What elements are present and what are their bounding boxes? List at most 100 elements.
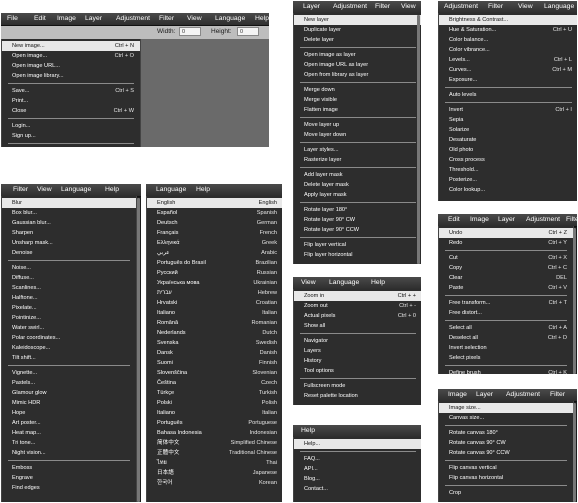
menu-item-fullscreen-mode[interactable]: Fullscreen mode <box>294 381 421 391</box>
menu-item-engrave[interactable]: Engrave <box>2 473 136 483</box>
menu-item-redo[interactable]: Redo Ctrl + Y <box>439 238 573 248</box>
menu-item-item[interactable]: 正體中文 Traditional Chinese <box>147 448 282 458</box>
menu-item-espa-ol[interactable]: Español Spanish <box>147 208 282 218</box>
menu-item-close[interactable]: Close Ctrl + W <box>2 106 140 116</box>
menu-item-merge-down[interactable]: Merge down <box>294 85 421 95</box>
menu-item-apply-layer-mask[interactable]: Apply layer mask <box>294 190 421 200</box>
menu-item-denoise[interactable]: Denoise <box>2 248 136 258</box>
menubar-adjustment[interactable]: Adjustment <box>333 2 367 12</box>
menubar-image[interactable]: Image <box>57 14 76 24</box>
menu-item-water-swirl[interactable]: Water swirl... <box>2 323 136 333</box>
menu-item-image-size[interactable]: Image size... <box>439 403 573 413</box>
menu-item-open-from-library-as-layer[interactable]: Open from library as layer <box>294 70 421 80</box>
menu-item-art-poster[interactable]: Art poster... <box>2 418 136 428</box>
menu-item-glamour-glow[interactable]: Glamour glow <box>2 388 136 398</box>
menu-item-nederlands[interactable]: Nederlands Dutch <box>147 328 282 338</box>
menu-item-sharpen[interactable]: Sharpen <box>2 228 136 238</box>
menu-item-auto-levels[interactable]: Auto levels <box>439 90 577 100</box>
menu-item-mimic-hdr[interactable]: Mimic HDR <box>2 398 136 408</box>
menu-item-blog[interactable]: Blog... <box>294 474 421 484</box>
menu-item-history[interactable]: History <box>294 356 421 366</box>
menu-item-pastels[interactable]: Pastels... <box>2 378 136 388</box>
menubar-adjustment[interactable]: Adjustment <box>444 2 478 12</box>
menu-item-flip-layer-vertical[interactable]: Flip layer vertical <box>294 240 421 250</box>
menu-item-threshold[interactable]: Threshold... <box>439 165 577 175</box>
menubar-language[interactable]: Language <box>329 278 359 288</box>
menu-item-canvas-size[interactable]: Canvas size... <box>439 413 573 423</box>
menubar-adjustment[interactable]: Adjustment <box>506 390 540 400</box>
menubar-view[interactable]: View <box>187 14 202 24</box>
menubar-help[interactable]: Help <box>301 426 315 436</box>
menu-item-e-tina[interactable]: Čeština Czech <box>147 378 282 388</box>
menu-item-layers[interactable]: Layers <box>294 346 421 356</box>
height-field[interactable]: 0 <box>237 27 259 36</box>
menu-item-login[interactable]: Login... <box>2 121 140 131</box>
menu-item-vignette[interactable]: Vignette... <box>2 368 136 378</box>
menu-item-dansk[interactable]: Dansk Danish <box>147 348 282 358</box>
menubar-layer[interactable]: Layer <box>303 2 320 12</box>
menu-item-gaussian-blur[interactable]: Gaussian blur... <box>2 218 136 228</box>
menu-item-rotate-canvas-90-ccw[interactable]: Rotate canvas 90° CCW <box>439 448 573 458</box>
menu-item-english[interactable]: English English <box>147 198 282 208</box>
menubar-layer[interactable]: Layer <box>85 14 102 24</box>
menu-item-kaleidoscope[interactable]: Kaleidoscope... <box>2 343 136 353</box>
menu-item-portugu-s[interactable]: Português Portuguese <box>147 418 282 428</box>
menu-item-desaturate[interactable]: Desaturate <box>439 135 577 145</box>
menu-item-rotate-layer-90-cw[interactable]: Rotate layer 90° CW <box>294 215 421 225</box>
menu-item-free-distort[interactable]: Free distort... <box>439 308 573 318</box>
menu-item-cross-process[interactable]: Cross process <box>439 155 577 165</box>
menu-item-item[interactable]: Русский Russian <box>147 268 282 278</box>
menu-item-blur[interactable]: Blur <box>2 198 136 208</box>
menu-item-item[interactable]: 日本語 Japanese <box>147 468 282 478</box>
menu-item-find-edges[interactable]: Find edges <box>2 483 136 493</box>
menu-item-copy[interactable]: Copy Ctrl + C <box>439 263 573 273</box>
menu-item-sign-up[interactable]: Sign up... <box>2 131 140 141</box>
menu-item-cut[interactable]: Cut Ctrl + X <box>439 253 573 263</box>
menu-item-help[interactable]: Help... <box>294 439 421 449</box>
menubar-filter[interactable]: Filter <box>13 185 28 195</box>
menu-item-zoom-out[interactable]: Zoom out Ctrl + - <box>294 301 421 311</box>
menu-item-flatten-image[interactable]: Flatten image <box>294 105 421 115</box>
menubar-help[interactable]: Help <box>105 185 119 195</box>
menu-item-delete-layer-mask[interactable]: Delete layer mask <box>294 180 421 190</box>
menu-item-delete-layer[interactable]: Delete layer <box>294 35 421 45</box>
menu-item-actual-pixels[interactable]: Actual pixels Ctrl + 0 <box>294 311 421 321</box>
menu-item-open-image-library[interactable]: Open image library... <box>2 71 140 81</box>
menu-item-box-blur[interactable]: Box blur... <box>2 208 136 218</box>
menu-item-deutsch[interactable]: Deutsch German <box>147 218 282 228</box>
menu-item-item[interactable]: 简体中文 Simplified Chinese <box>147 438 282 448</box>
menu-item-polar-coordinates[interactable]: Polar coordinates... <box>2 333 136 343</box>
menu-item-posterize[interactable]: Posterize... <box>439 175 577 185</box>
menu-item-fran-ais[interactable]: Français French <box>147 228 282 238</box>
menubar-language[interactable]: Language <box>544 2 574 12</box>
menu-item-unsharp-mask[interactable]: Unsharp mask... <box>2 238 136 248</box>
menubar-view[interactable]: View <box>518 2 533 12</box>
menu-item-crop[interactable]: Crop <box>439 488 573 498</box>
menu-item-tilt-shift[interactable]: Tilt shift... <box>2 353 136 363</box>
menu-item-old-photo[interactable]: Old photo <box>439 145 577 155</box>
menu-item-t-rk-e[interactable]: Türkçe Turkish <box>147 388 282 398</box>
scrollbar[interactable] <box>573 228 576 374</box>
menu-item-flip-canvas-horizontal[interactable]: Flip canvas horizontal <box>439 473 573 483</box>
menu-item-reset-palette-location[interactable]: Reset palette location <box>294 391 421 401</box>
menu-item-show-all[interactable]: Show all <box>294 321 421 331</box>
menu-item-pointinize[interactable]: Pointinize... <box>2 313 136 323</box>
menubar-language[interactable]: Language <box>215 14 245 24</box>
menu-item-item[interactable]: عربي Arabic <box>147 248 282 258</box>
menu-item-select-pixels[interactable]: Select pixels <box>439 353 573 363</box>
menubar-help[interactable]: Help <box>196 185 210 195</box>
menu-item-curves[interactable]: Curves... Ctrl + M <box>439 65 577 75</box>
menu-item-open-image-url-as-layer[interactable]: Open image URL as layer <box>294 60 421 70</box>
menubar-file[interactable]: File <box>7 14 18 24</box>
menubar-image[interactable]: Image <box>470 215 489 225</box>
menu-item-sloven-ina[interactable]: Slovenščina Slovenian <box>147 368 282 378</box>
menu-item-invert-selection[interactable]: Invert selection <box>439 343 573 353</box>
width-field[interactable]: 0 <box>179 27 201 36</box>
scrollbar[interactable] <box>417 15 420 264</box>
menu-item-pixelate[interactable]: Pixelate... <box>2 303 136 313</box>
scrollbar[interactable] <box>573 403 576 502</box>
menu-item-levels[interactable]: Levels... Ctrl + L <box>439 55 577 65</box>
menubar-image[interactable]: Image <box>448 390 467 400</box>
menubar-edit[interactable]: Edit <box>448 215 460 225</box>
menu-item-faq[interactable]: FAQ... <box>294 454 421 464</box>
